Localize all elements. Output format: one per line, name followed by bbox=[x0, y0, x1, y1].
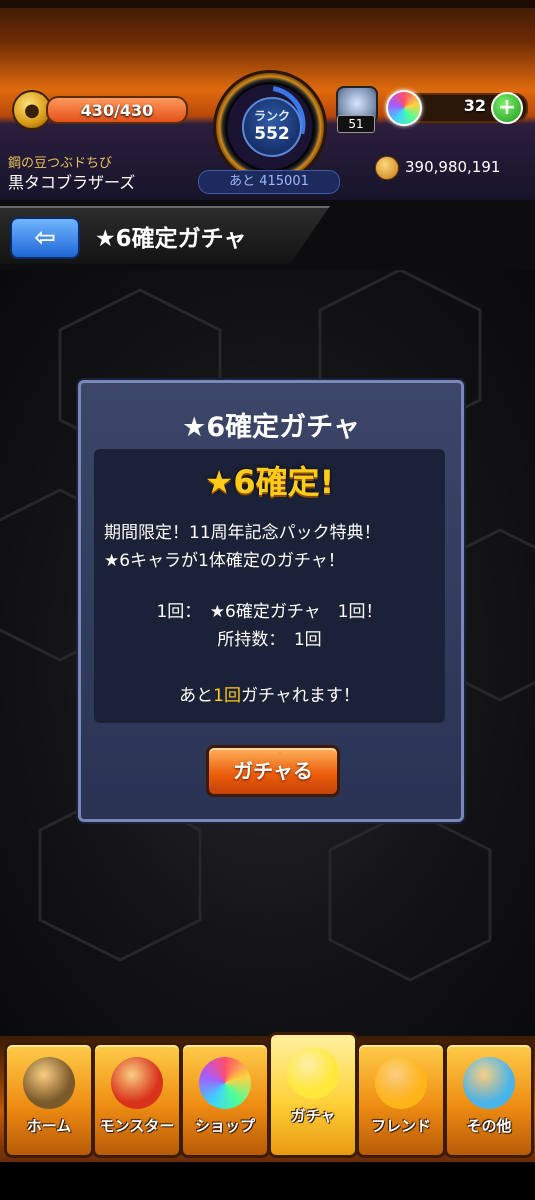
rank-next-exp: あと 415001 bbox=[198, 170, 340, 194]
other-icon bbox=[463, 1057, 515, 1109]
rank-value: 552 bbox=[254, 124, 290, 144]
coin-value: 390,980,191 bbox=[405, 158, 501, 176]
description-line: ★6キャラが1体確定のガチャ！ bbox=[104, 551, 345, 571]
back-arrow-icon: ⇦ bbox=[34, 223, 56, 253]
nav-label: フレンド bbox=[370, 1117, 431, 1135]
remaining-value: 1回 bbox=[213, 686, 241, 706]
nav-item-gacha-egg[interactable]: ガチャ bbox=[268, 1032, 358, 1158]
description-line: 期間限定！11周年記念パック特典！ bbox=[104, 523, 381, 543]
gacha-count-line: 1回： ★6確定ガチャ 1回！ bbox=[156, 602, 383, 622]
dialog-description: 期間限定！11周年記念パック特典！ ★6キャラが1体確定のガチャ！ bbox=[104, 519, 439, 575]
gacha-dialog: ★6確定ガチャ ★6確定! 期間限定！11周年記念パック特典！ ★6キャラが1体… bbox=[78, 380, 464, 822]
remaining-line: あと1回ガチャれます！ bbox=[94, 681, 445, 706]
nav-label: ショップ bbox=[194, 1117, 255, 1135]
nav-label: その他 bbox=[466, 1117, 512, 1135]
page-title: ★6確定ガチャ bbox=[95, 226, 247, 252]
nav-label: ホーム bbox=[26, 1117, 72, 1135]
remaining-prefix: あと bbox=[179, 686, 214, 706]
dialog-headline: ★6確定! bbox=[204, 463, 335, 501]
system-nav-bar bbox=[0, 1162, 535, 1200]
box-count: 51 bbox=[337, 115, 375, 133]
nav-label: ガチャ bbox=[290, 1107, 336, 1125]
top-status-bar: ● 430/430 ランク 552 あと 415001 51 32 + 鋼の豆つ… bbox=[0, 0, 535, 200]
orb-icon bbox=[386, 90, 422, 126]
add-orb-button[interactable]: + bbox=[491, 92, 523, 124]
rank-badge[interactable]: ランク 552 bbox=[213, 70, 327, 184]
remaining-suffix: ガチャれます！ bbox=[240, 686, 360, 706]
gacha-egg-icon bbox=[287, 1047, 339, 1099]
orb-count: 32 bbox=[463, 96, 486, 115]
back-button[interactable]: ⇦ bbox=[10, 217, 80, 259]
dialog-title: ★6確定ガチャ bbox=[182, 412, 360, 443]
bottom-navigation: ホーム モンスター ショップ ガチャフレンド その他 bbox=[0, 1032, 535, 1162]
stamina-bar: 430/430 bbox=[46, 96, 188, 124]
dialog-content: ★6確定! 期間限定！11周年記念パック特典！ ★6キャラが1体確定のガチャ！ … bbox=[94, 449, 445, 723]
player-name: 黒タコブラザーズ bbox=[8, 173, 136, 192]
gacha-button[interactable]: ガチャる bbox=[206, 745, 340, 797]
nav-label: モンスター bbox=[99, 1117, 175, 1135]
nav-item-orb[interactable]: ショップ bbox=[180, 1042, 270, 1158]
status-strip bbox=[0, 0, 535, 8]
coin-icon bbox=[375, 156, 399, 180]
nav-item-home[interactable]: ホーム bbox=[4, 1042, 94, 1158]
owned-count-line: 所持数： 1回 bbox=[217, 630, 322, 650]
nav-item-friends[interactable]: フレンド bbox=[356, 1042, 446, 1158]
monster-icon bbox=[111, 1057, 163, 1109]
stamina-value: 430/430 bbox=[80, 100, 154, 120]
nav-item-monster[interactable]: モンスター bbox=[92, 1042, 182, 1158]
home-icon bbox=[23, 1057, 75, 1109]
friends-icon bbox=[375, 1057, 427, 1109]
orb-icon bbox=[199, 1057, 251, 1109]
rank-label: ランク bbox=[253, 109, 290, 123]
nav-item-other[interactable]: その他 bbox=[444, 1042, 534, 1158]
rank-inner: ランク 552 bbox=[242, 97, 302, 157]
